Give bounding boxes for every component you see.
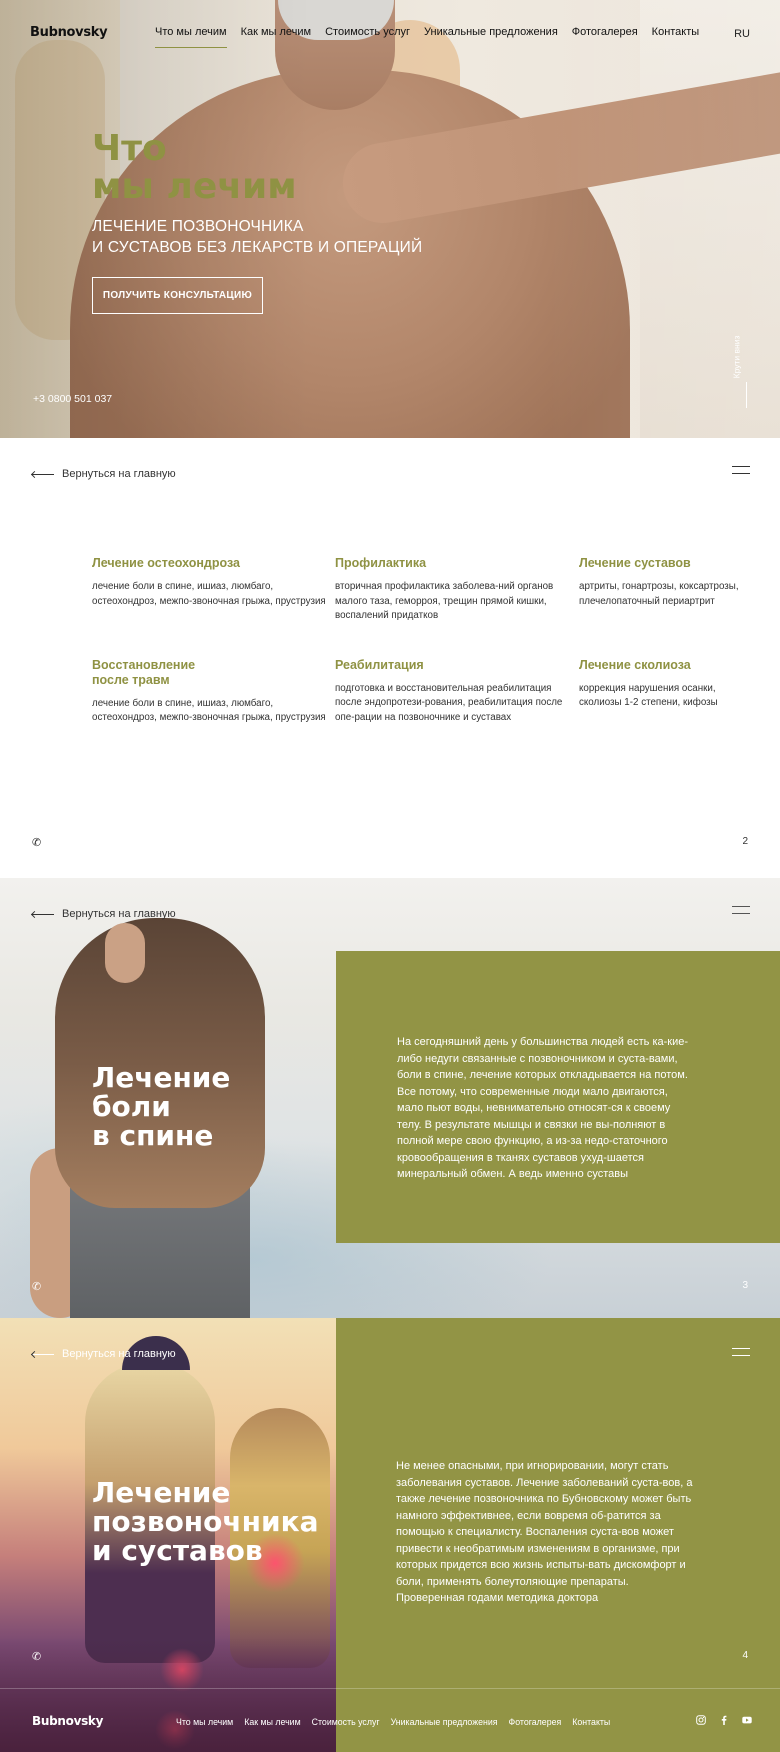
page-number: 4 (742, 1650, 748, 1661)
top-navigation: Bubnovsky Что мы лечим Как мы лечим Стои… (0, 0, 780, 70)
nav-item-gallery[interactable]: Фотогалерея (572, 26, 638, 38)
phone-icon[interactable]: ✆ (32, 1650, 41, 1663)
service-text: лечение боли в спине, ишиаз, люмбаго, ос… (92, 581, 326, 607)
footer-nav: Что мы лечим Как мы лечим Стоимость услу… (176, 1717, 610, 1727)
back-pain-panel: На сегодняшний день у большинства людей … (336, 951, 780, 1243)
page-number: 3 (742, 1280, 748, 1291)
service-text: подготовка и восстановительная реабилита… (335, 682, 563, 723)
hero-subtitle-line1: ЛЕЧЕНИЕ ПОЗВОНОЧНИКА (92, 218, 304, 235)
back-pain-title-line1: Лечение (92, 1061, 231, 1094)
scroll-down-line (746, 382, 747, 408)
menu-icon[interactable] (732, 906, 750, 916)
menu-icon[interactable] (732, 1348, 750, 1358)
language-switcher[interactable]: RU (734, 28, 750, 40)
hero-title-line1: Что (92, 128, 167, 169)
nav-item-what-we-treat[interactable]: Что мы лечим (155, 26, 227, 48)
service-title: Лечение суставов (579, 556, 691, 570)
service-title: Лечение остеохондроза (92, 556, 240, 570)
back-pain-section: Вернуться на главную На сегодняшний день… (0, 878, 780, 1318)
scroll-down-label: Крути вниз (731, 335, 742, 379)
phone-icon[interactable]: ✆ (32, 836, 41, 849)
nav-item-prices[interactable]: Стоимость услуг (325, 26, 410, 38)
back-pain-title-line3: в спине (92, 1119, 214, 1152)
consultation-button[interactable]: ПОЛУЧИТЬ КОНСУЛЬТАЦИЮ (92, 277, 263, 314)
service-text: лечение боли в спине, ишиаз, люмбаго, ос… (92, 697, 326, 724)
hero-title: Что мы лечим (92, 130, 297, 206)
hero-section: Bubnovsky Что мы лечим Как мы лечим Стои… (0, 0, 780, 438)
footer-link-contacts[interactable]: Контакты (572, 1717, 610, 1727)
back-pain-title-line2: боли (92, 1090, 171, 1123)
back-to-home-label: Вернуться на главную (62, 908, 176, 920)
service-card[interactable]: Лечение остеохондроза лечение боли в спи… (92, 556, 335, 624)
instagram-icon[interactable] (696, 1715, 706, 1725)
spine-title: Лечение позвоночника и суставов (92, 1478, 318, 1565)
hero-subtitle: ЛЕЧЕНИЕ ПОЗВОНОЧНИКА И СУСТАВОВ БЕЗ ЛЕКА… (92, 216, 422, 258)
spine-title-line2: позвоночника (92, 1505, 319, 1538)
back-to-home-link[interactable]: Вернуться на главную (32, 468, 176, 480)
arrow-left-icon (32, 473, 54, 475)
spine-title-line3: и суставов (92, 1534, 263, 1567)
arrow-left-icon (32, 913, 54, 915)
phone-icon[interactable]: ✆ (32, 1280, 41, 1293)
back-to-home-link[interactable]: Вернуться на главную (32, 908, 176, 920)
spine-text: Не менее опасными, при игнорировании, мо… (396, 1460, 693, 1604)
back-pain-title: Лечение боли в спине (92, 1063, 230, 1150)
service-title: Лечение сколиоза (579, 657, 691, 672)
service-title: Восстановление после травм (92, 657, 196, 687)
footer-link-what-we-treat[interactable]: Что мы лечим (176, 1717, 233, 1727)
nav-item-contacts[interactable]: Контакты (652, 26, 700, 38)
services-section: Вернуться на главную Лечение остеохондро… (0, 438, 780, 878)
back-to-home-label: Вернуться на главную (62, 1348, 176, 1360)
social-links (696, 1715, 752, 1725)
service-text: коррекция нарушения осанки, сколиозы 1-2… (579, 682, 718, 709)
service-text: вторичная профилактика заболева-ний орга… (335, 581, 554, 621)
service-card[interactable]: Профилактика вторичная профилактика забо… (335, 556, 579, 624)
facebook-icon[interactable] (719, 1715, 729, 1725)
arrow-left-icon (32, 1353, 54, 1355)
hero-title-line2: мы лечим (92, 166, 297, 207)
back-to-home-link[interactable]: Вернуться на главную (32, 1348, 176, 1360)
nav-item-offers[interactable]: Уникальные предложения (424, 26, 558, 38)
menu-icon[interactable] (732, 466, 750, 476)
main-nav: Что мы лечим Как мы лечим Стоимость услу… (155, 26, 700, 48)
page-number: 2 (742, 836, 748, 847)
footer-link-how-we-treat[interactable]: Как мы лечим (244, 1717, 300, 1727)
service-card[interactable]: Восстановление после травм лечение боли … (92, 658, 335, 726)
footer: Bubnovsky Что мы лечим Как мы лечим Стои… (0, 1688, 780, 1752)
back-pain-text: На сегодняшний день у большинства людей … (397, 1036, 689, 1180)
spine-title-line1: Лечение (92, 1476, 231, 1509)
service-title: Реабилитация (335, 657, 424, 672)
footer-link-prices[interactable]: Стоимость услуг (312, 1717, 380, 1727)
scroll-down-indicator[interactable]: Крути вниз (731, 330, 757, 410)
hero-subtitle-line2: И СУСТАВОВ БЕЗ ЛЕКАРСТВ И ОПЕРАЦИЙ (92, 239, 423, 256)
nav-item-how-we-treat[interactable]: Как мы лечим (241, 26, 312, 38)
youtube-icon[interactable] (742, 1715, 752, 1725)
service-card[interactable]: Лечение сколиоза коррекция нарушения оса… (579, 658, 742, 726)
logo[interactable]: Bubnovsky (30, 25, 108, 40)
footer-link-gallery[interactable]: Фотогалерея (509, 1717, 562, 1727)
footer-logo[interactable]: Bubnovsky (32, 1714, 103, 1728)
hero-phone[interactable]: +3 0800 501 037 (33, 393, 112, 405)
spine-section: Вернуться на главную Лечение позвоночник… (0, 1318, 780, 1752)
services-grid: Лечение остеохондроза лечение боли в спи… (92, 556, 742, 726)
back-to-home-label: Вернуться на главную (62, 468, 176, 480)
service-card[interactable]: Лечение суставов артриты, гонартрозы, ко… (579, 556, 742, 624)
service-card[interactable]: Реабилитация подготовка и восстановитель… (335, 658, 579, 726)
service-title: Профилактика (335, 556, 427, 570)
back-pain-photo-hand (105, 923, 145, 983)
service-text: артриты, гонартрозы, коксартрозы, плечел… (579, 581, 739, 607)
footer-link-offers[interactable]: Уникальные предложения (391, 1717, 498, 1727)
